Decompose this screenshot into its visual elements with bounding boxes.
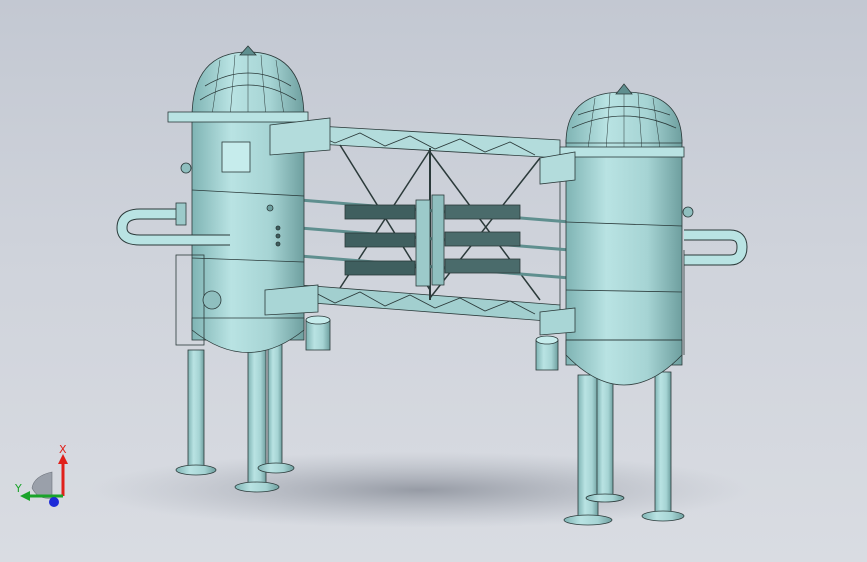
left-leg-2 <box>247 344 267 486</box>
small-tank-right[interactable] <box>535 335 559 371</box>
left-leg-3 <box>267 339 283 469</box>
x-axis-label: X <box>59 443 67 456</box>
z-axis-dot-icon <box>49 497 59 507</box>
small-tank-left[interactable] <box>305 315 331 351</box>
right-leg-2 <box>596 377 614 499</box>
left-leg-1 <box>187 349 205 471</box>
view-orientation-triad[interactable]: X Y <box>12 440 82 512</box>
graphics-viewport[interactable]: X Y <box>0 0 867 562</box>
triad-base-icon <box>31 471 53 499</box>
left-vessel[interactable] <box>116 45 331 493</box>
y-axis-label: Y <box>14 482 22 495</box>
cad-model-scene[interactable] <box>0 0 867 562</box>
right-leg-3 <box>654 371 672 518</box>
hydraulic-rods[interactable] <box>299 194 571 287</box>
